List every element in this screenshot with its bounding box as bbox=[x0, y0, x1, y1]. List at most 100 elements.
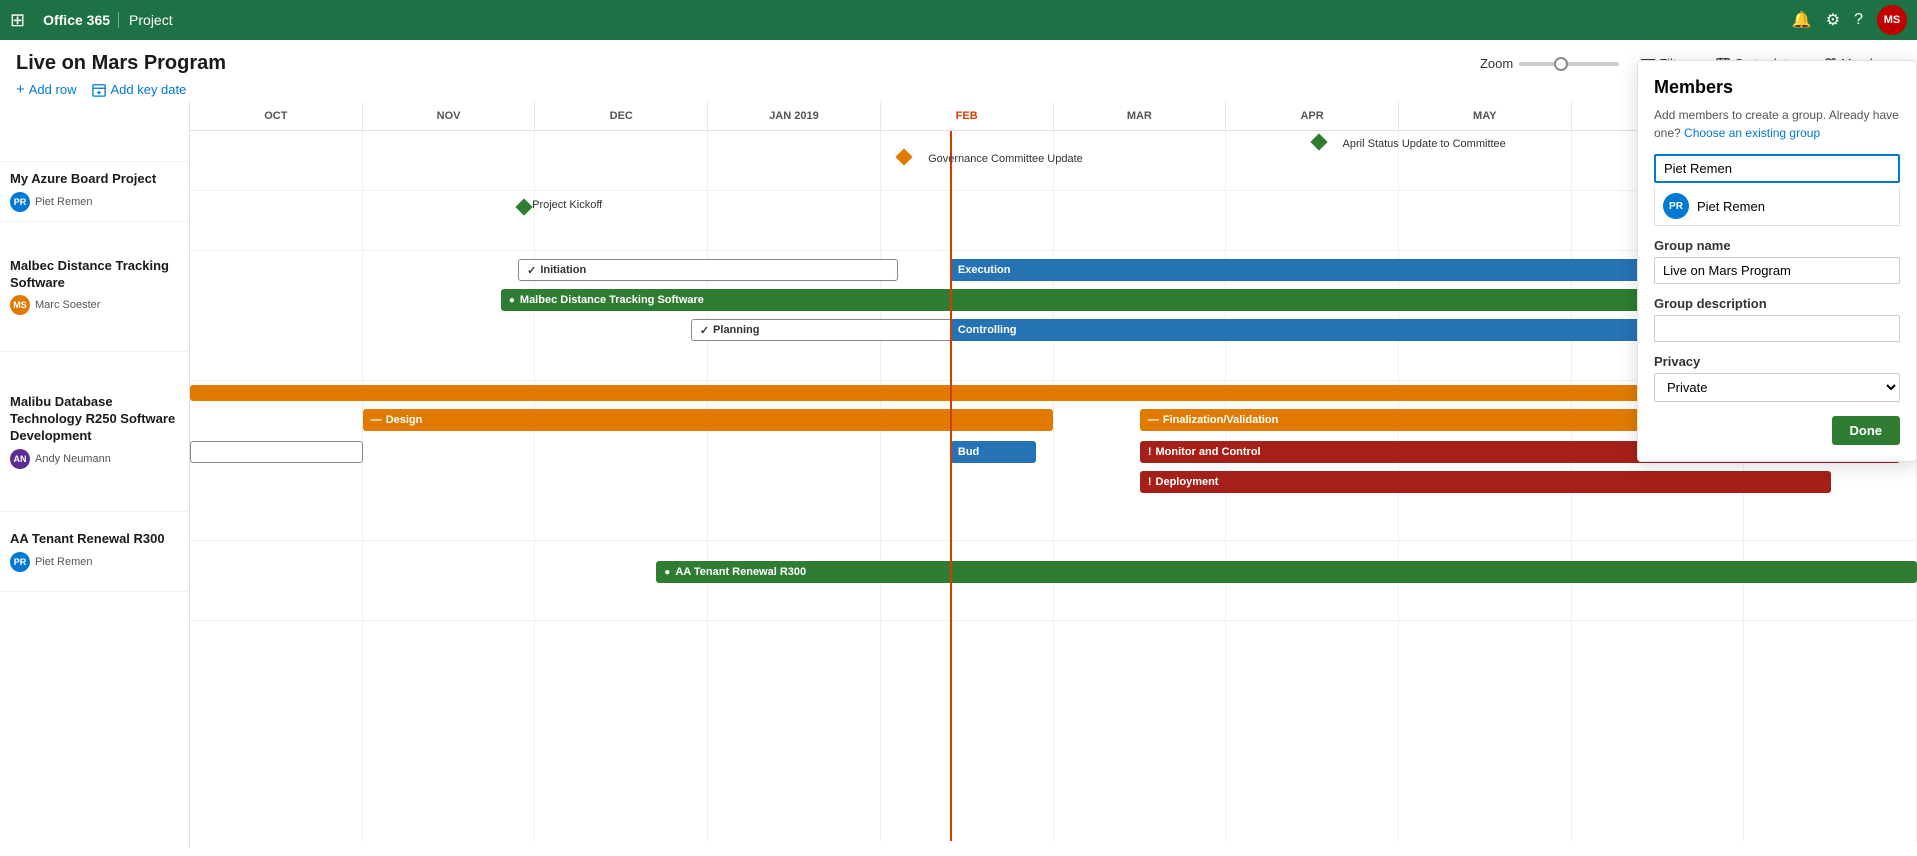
members-search-input[interactable] bbox=[1654, 154, 1900, 183]
project-label: Project bbox=[129, 12, 173, 28]
milestone-governance: Governance Committee Update bbox=[898, 151, 910, 163]
bar-initiation[interactable]: ✓ Initiation bbox=[518, 259, 898, 281]
group-name-label: Group name bbox=[1654, 238, 1900, 253]
bar-small-outline[interactable] bbox=[190, 441, 363, 463]
milestone-diamond-governance bbox=[896, 149, 913, 166]
task-member-3: AN Andy Neumann bbox=[10, 449, 179, 469]
task-member-4: PR Piet Remen bbox=[10, 552, 179, 572]
member-avatar-2: MS bbox=[10, 295, 30, 315]
task-name-2: Malbec Distance Tracking Software bbox=[10, 258, 179, 292]
bar-aa-tenant[interactable]: ● AA Tenant Renewal R300 bbox=[656, 561, 1917, 583]
month-jan: JAN 2019 bbox=[708, 102, 881, 130]
topbar: ⊞ Office 365 Project 🔔 ⚙ ? MS bbox=[0, 0, 1917, 40]
bar-deployment[interactable]: ! Deployment bbox=[1140, 471, 1831, 493]
month-mar: MAR bbox=[1054, 102, 1227, 130]
add-key-date-label: Add key date bbox=[110, 82, 186, 97]
milestone-diamond-april bbox=[1310, 134, 1327, 151]
calendar-plus-icon bbox=[92, 83, 106, 97]
plus-icon: + bbox=[16, 81, 25, 98]
bar-label-finalization: Finalization/Validation bbox=[1163, 414, 1279, 426]
bar-label-execution: Execution bbox=[958, 264, 1011, 276]
topbar-right: 🔔 ⚙ ? MS bbox=[1792, 5, 1907, 35]
bar-label-planning: Planning bbox=[713, 324, 759, 336]
exclaim-icon-deployment: ! bbox=[1148, 476, 1152, 488]
zoom-slider[interactable] bbox=[1519, 62, 1619, 66]
grid-icon[interactable]: ⊞ bbox=[10, 10, 25, 31]
bar-bud[interactable]: Bud bbox=[950, 441, 1036, 463]
members-panel-description: Add members to create a group. Already h… bbox=[1654, 106, 1900, 142]
milestone-label-april: April Status Update to Committee bbox=[1343, 138, 1506, 150]
milestone-diamond-kickoff bbox=[516, 199, 533, 216]
suggestion-avatar-piet: PR bbox=[1663, 193, 1689, 219]
bar-label-aa: AA Tenant Renewal R300 bbox=[675, 566, 806, 578]
privacy-label: Privacy bbox=[1654, 354, 1900, 369]
dot-icon-malbec: ● bbox=[509, 295, 515, 306]
bar-label-controlling: Controlling bbox=[958, 324, 1017, 336]
exclaim-icon-monitor: ! bbox=[1148, 446, 1152, 458]
checkmark-icon: ✓ bbox=[527, 264, 536, 277]
month-nov: NOV bbox=[363, 102, 536, 130]
task-name-4: AA Tenant Renewal R300 bbox=[10, 531, 179, 548]
member-name-4: Piet Remen bbox=[35, 556, 92, 568]
group-description-label: Group description bbox=[1654, 296, 1900, 311]
page-title: Live on Mars Program bbox=[16, 52, 226, 75]
add-row-button[interactable]: + Add row bbox=[16, 81, 76, 98]
main-area: My Azure Board Project PR Piet Remen Mal… bbox=[0, 102, 1917, 848]
checkmark-icon-planning: ✓ bbox=[700, 324, 709, 337]
task-row-4: AA Tenant Renewal R300 PR Piet Remen bbox=[0, 512, 189, 592]
month-dec: DEC bbox=[535, 102, 708, 130]
settings-icon[interactable]: ⚙ bbox=[1826, 10, 1840, 30]
choose-group-link[interactable]: Choose an existing group bbox=[1684, 126, 1820, 140]
add-key-date-button[interactable]: Add key date bbox=[92, 82, 186, 97]
suggestion-name-piet: Piet Remen bbox=[1697, 199, 1765, 214]
member-suggestion-piet[interactable]: PR Piet Remen bbox=[1655, 187, 1899, 225]
month-oct: OCT bbox=[190, 102, 363, 130]
milestone-april: April Status Update to Committee bbox=[1313, 136, 1325, 148]
help-icon[interactable]: ? bbox=[1854, 11, 1863, 29]
tasks-panel: My Azure Board Project PR Piet Remen Mal… bbox=[0, 102, 190, 848]
month-feb: FEB bbox=[881, 102, 1054, 130]
page-header: Live on Mars Program Zoom Filter Go to d… bbox=[0, 40, 1917, 75]
office365-label[interactable]: Office 365 bbox=[35, 12, 119, 28]
bar-label-monitor: Monitor and Control bbox=[1156, 446, 1261, 458]
privacy-select[interactable]: Private Public bbox=[1654, 373, 1900, 402]
user-avatar[interactable]: MS bbox=[1877, 5, 1907, 35]
task-name-3: Malibu Database Technology R250 Software… bbox=[10, 394, 179, 445]
bar-label-design: Design bbox=[386, 414, 423, 426]
member-avatar-1: PR bbox=[10, 192, 30, 212]
task-member-1: PR Piet Remen bbox=[10, 192, 179, 212]
members-suggestions: PR Piet Remen bbox=[1654, 187, 1900, 226]
task-row-3: Malibu Database Technology R250 Software… bbox=[0, 352, 189, 512]
group-name-input[interactable] bbox=[1654, 257, 1900, 284]
zoom-control: Zoom bbox=[1480, 56, 1619, 71]
member-name-1: Piet Remen bbox=[35, 196, 92, 208]
zoom-label: Zoom bbox=[1480, 56, 1513, 71]
dash-icon-finalization: — bbox=[1148, 414, 1159, 426]
toolbar: + Add row Add key date bbox=[0, 75, 1917, 102]
timeline-row-4: ● AA Tenant Renewal R300 bbox=[190, 541, 1917, 621]
today-line bbox=[950, 131, 952, 841]
milestone-kickoff: Project Kickoff bbox=[518, 201, 530, 213]
add-row-label: Add row bbox=[29, 82, 77, 97]
task-row-1: My Azure Board Project PR Piet Remen bbox=[0, 162, 189, 222]
month-may: MAY bbox=[1399, 102, 1572, 130]
task-name-1: My Azure Board Project bbox=[10, 171, 179, 188]
member-name-2: Marc Soester bbox=[35, 299, 100, 311]
member-avatar-3: AN bbox=[10, 449, 30, 469]
month-apr: APR bbox=[1226, 102, 1399, 130]
milestone-label-governance: Governance Committee Update bbox=[928, 153, 1083, 165]
bar-label-malbec: Malbec Distance Tracking Software bbox=[520, 294, 704, 306]
members-panel: Members Add members to create a group. A… bbox=[1637, 102, 1917, 462]
member-avatar-4: PR bbox=[10, 552, 30, 572]
dash-icon-design: — bbox=[371, 414, 382, 426]
task-member-2: MS Marc Soester bbox=[10, 295, 179, 315]
dot-icon-aa: ● bbox=[664, 567, 670, 578]
bar-label-deployment: Deployment bbox=[1156, 476, 1219, 488]
notification-icon[interactable]: 🔔 bbox=[1792, 10, 1812, 30]
group-description-input[interactable] bbox=[1654, 315, 1900, 342]
done-button[interactable]: Done bbox=[1832, 416, 1901, 445]
task-row-2: Malbec Distance Tracking Software MS Mar… bbox=[0, 222, 189, 352]
bar-label-bud: Bud bbox=[958, 446, 979, 458]
bar-label-initiation: Initiation bbox=[540, 264, 586, 276]
member-name-3: Andy Neumann bbox=[35, 453, 111, 465]
